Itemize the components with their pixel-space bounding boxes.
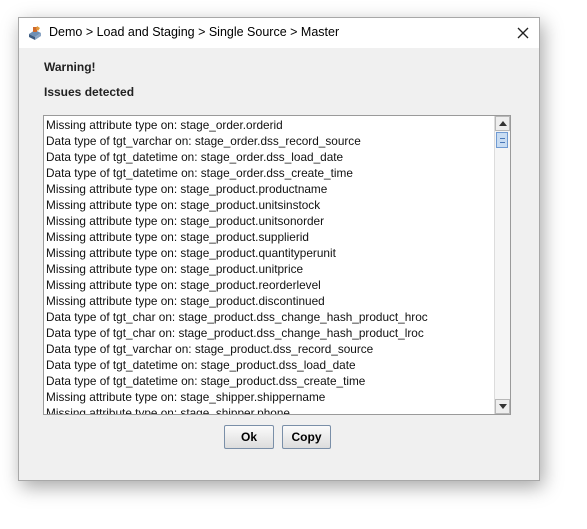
issues-heading: Issues detected [44, 85, 135, 99]
app-icon [27, 25, 43, 41]
list-item[interactable]: Missing attribute type on: stage_shipper… [44, 389, 494, 405]
list-item[interactable]: Missing attribute type on: stage_product… [44, 261, 494, 277]
list-item[interactable]: Missing attribute type on: stage_product… [44, 229, 494, 245]
warning-heading: Warning! [44, 60, 96, 74]
title-bar[interactable]: Demo > Load and Staging > Single Source … [19, 18, 539, 48]
window-title: Demo > Load and Staging > Single Source … [49, 25, 340, 39]
scrollbar-thumb[interactable] [496, 132, 508, 148]
issues-list[interactable]: Missing attribute type on: stage_order.o… [44, 116, 494, 414]
list-item[interactable]: Missing attribute type on: stage_product… [44, 197, 494, 213]
issues-list-box[interactable]: Missing attribute type on: stage_order.o… [43, 115, 511, 415]
copy-button[interactable]: Copy [282, 425, 331, 449]
list-item[interactable]: Data type of tgt_char on: stage_product.… [44, 325, 494, 341]
close-button[interactable] [513, 23, 533, 43]
chevron-down-icon [498, 404, 507, 409]
list-item[interactable]: Data type of tgt_datetime on: stage_orde… [44, 165, 494, 181]
close-icon [517, 27, 529, 39]
scroll-up-button[interactable] [495, 116, 510, 131]
vertical-scrollbar[interactable] [494, 116, 510, 414]
list-item[interactable]: Missing attribute type on: stage_product… [44, 245, 494, 261]
list-item[interactable]: Missing attribute type on: stage_order.o… [44, 117, 494, 133]
ok-button[interactable]: Ok [224, 425, 274, 449]
dialog-window: Demo > Load and Staging > Single Source … [18, 17, 540, 481]
list-item[interactable]: Missing attribute type on: stage_product… [44, 277, 494, 293]
list-item[interactable]: Data type of tgt_datetime on: stage_orde… [44, 149, 494, 165]
list-item[interactable]: Data type of tgt_varchar on: stage_produ… [44, 341, 494, 357]
scroll-down-button[interactable] [495, 399, 510, 414]
list-item[interactable]: Data type of tgt_datetime on: stage_prod… [44, 373, 494, 389]
list-item[interactable]: Missing attribute type on: stage_product… [44, 293, 494, 309]
list-item[interactable]: Data type of tgt_varchar on: stage_order… [44, 133, 494, 149]
list-item[interactable]: Missing attribute type on: stage_shipper… [44, 405, 494, 414]
list-item[interactable]: Data type of tgt_char on: stage_product.… [44, 309, 494, 325]
chevron-up-icon [498, 121, 507, 126]
list-item[interactable]: Missing attribute type on: stage_product… [44, 181, 494, 197]
list-item[interactable]: Missing attribute type on: stage_product… [44, 213, 494, 229]
list-item[interactable]: Data type of tgt_datetime on: stage_prod… [44, 357, 494, 373]
